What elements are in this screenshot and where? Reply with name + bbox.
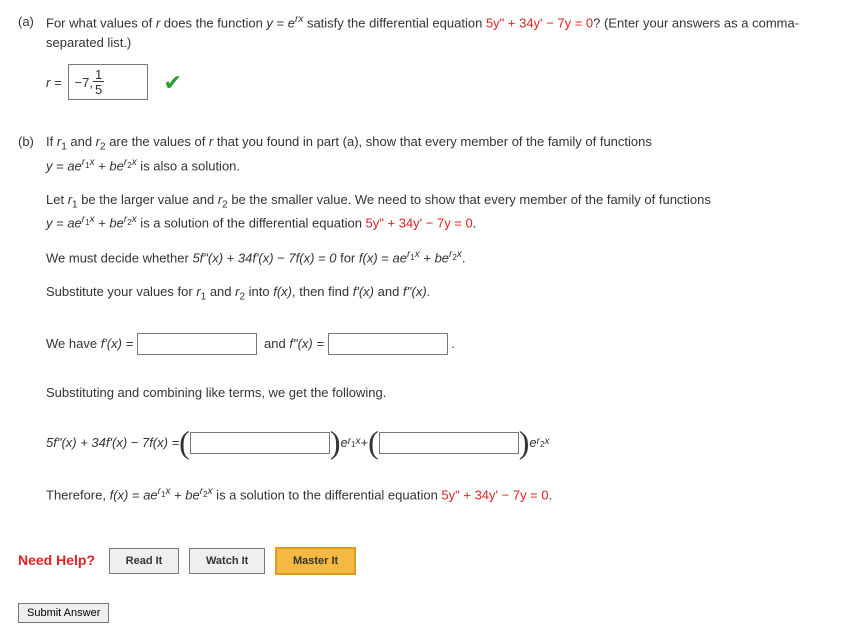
read-it-button[interactable]: Read It (109, 548, 180, 575)
text: and (374, 284, 403, 299)
r-answer-input[interactable]: −7, 1 5 (68, 64, 148, 100)
diff-eq: 5y" + 34y' − 7y = 0 (486, 15, 593, 30)
text: are the values of (106, 134, 209, 149)
eq: = (53, 158, 68, 173)
answer-neg7: −7, (75, 73, 93, 93)
fprime: f'(x) (353, 284, 374, 299)
text: Therefore, (46, 487, 110, 502)
fdoubleprime: f''(x) (403, 284, 427, 299)
ae: ae (67, 216, 81, 231)
e2: e (529, 433, 536, 453)
ae: ae (143, 487, 157, 502)
text: Let (46, 192, 68, 207)
watch-it-button[interactable]: Watch It (189, 548, 265, 575)
x: x (544, 436, 549, 447)
coeff1-input[interactable] (190, 432, 330, 454)
plus: + (95, 158, 110, 173)
part-a-content: For what values of r does the function y… (46, 12, 838, 108)
part-a-label: (a) (18, 12, 46, 108)
part-b-label: (b) (18, 132, 46, 518)
plus: + (170, 487, 185, 502)
answer-frac: 1 5 (93, 68, 104, 96)
text: does the function (160, 15, 266, 30)
para-combined-eq: 5f"(x) + 34f'(x) − 7f(x) = ( ) er1x + ( … (46, 430, 549, 456)
be: be (109, 216, 123, 231)
ae: ae (67, 158, 81, 173)
text: is a solution of the differential equati… (137, 216, 366, 231)
eq: = (53, 216, 68, 231)
text: for (336, 251, 358, 266)
part-b: (b) If r1 and r2 are the values of r tha… (18, 132, 838, 518)
text: . (451, 334, 455, 354)
text: be the larger value and (78, 192, 218, 207)
text: is also a solution. (137, 158, 240, 173)
para-decide: We must decide whether 5f"(x) + 34f'(x) … (46, 247, 838, 268)
text: be the smaller value. We need to show th… (228, 192, 711, 207)
diff-eq: 5y" + 34y' − 7y = 0 (441, 487, 548, 502)
coeff2-input[interactable] (379, 432, 519, 454)
fx: f(x) (359, 251, 378, 266)
fdoubleprime-label: f"(x) = (289, 334, 324, 354)
part-b-content: If r1 and r2 are the values of r that yo… (46, 132, 838, 518)
and: and (206, 284, 235, 299)
fx: f(x) (110, 487, 129, 502)
e-base: e (288, 15, 295, 30)
text: that you found in part (a), show that ev… (213, 134, 652, 149)
text: and (264, 334, 286, 354)
frac-den: 5 (93, 82, 104, 96)
need-help-label: Need Help? (18, 550, 95, 571)
text: and (67, 134, 96, 149)
text: satisfy the differential equation (303, 15, 486, 30)
plus: + (361, 433, 369, 453)
plus: + (420, 251, 435, 266)
eq: = (128, 487, 143, 502)
text: . (473, 216, 477, 231)
master-it-button[interactable]: Master It (275, 547, 356, 576)
r-equals-label: r = (46, 73, 62, 93)
submit-answer-button[interactable]: Submit Answer (18, 603, 109, 623)
e1: e (340, 433, 347, 453)
part-a-question: For what values of r does the function y… (46, 12, 838, 52)
ae: ae (392, 251, 406, 266)
rparen2: ) (519, 430, 530, 456)
text: We have (46, 334, 97, 354)
be: be (185, 487, 199, 502)
eq: 5f"(x) + 34f'(x) − 7f(x) = 0 (192, 251, 336, 266)
text: , then find (292, 284, 353, 299)
text: = (273, 15, 288, 30)
text: . (462, 251, 466, 266)
lhs: 5f"(x) + 34f'(x) − 7f(x) = (46, 433, 179, 453)
para-derivatives: We have f'(x) = and f"(x) = . (46, 333, 455, 355)
help-row: Need Help? Read It Watch It Master It (18, 547, 838, 576)
be: be (109, 158, 123, 173)
lparen2: ( (368, 430, 379, 456)
text: . (427, 284, 431, 299)
text: is a solution to the differential equati… (213, 487, 442, 502)
text: into (245, 284, 273, 299)
para-substitute: Substitute your values for r1 and r2 int… (46, 282, 838, 305)
text: . (549, 487, 553, 502)
lparen1: ( (179, 430, 190, 456)
para-conclusion: Therefore, f(x) = aer1x + ber2x is a sol… (46, 484, 838, 505)
text: Substitute your values for (46, 284, 196, 299)
text: For what values of (46, 15, 156, 30)
fdoubleprime-input[interactable] (328, 333, 448, 355)
plus: + (95, 216, 110, 231)
part-a: (a) For what values of r does the functi… (18, 12, 838, 108)
para-larger-smaller: Let r1 be the larger value and r2 be the… (46, 190, 838, 233)
check-icon: ✔ (164, 66, 182, 99)
text: We must decide whether (46, 251, 192, 266)
rparen1: ) (330, 430, 341, 456)
diff-eq: 5y" + 34y' − 7y = 0 (366, 216, 473, 231)
fprime-input[interactable] (137, 333, 257, 355)
text: If (46, 134, 57, 149)
fprime-label: f'(x) = (101, 334, 133, 354)
be: be (435, 251, 449, 266)
answer-row: r = −7, 1 5 ✔ (46, 64, 838, 100)
fx: f(x) (273, 284, 292, 299)
eq: = (378, 251, 393, 266)
frac-num: 1 (93, 68, 104, 82)
part-b-intro: If r1 and r2 are the values of r that yo… (46, 132, 838, 175)
para-combining: Substituting and combining like terms, w… (46, 383, 838, 403)
